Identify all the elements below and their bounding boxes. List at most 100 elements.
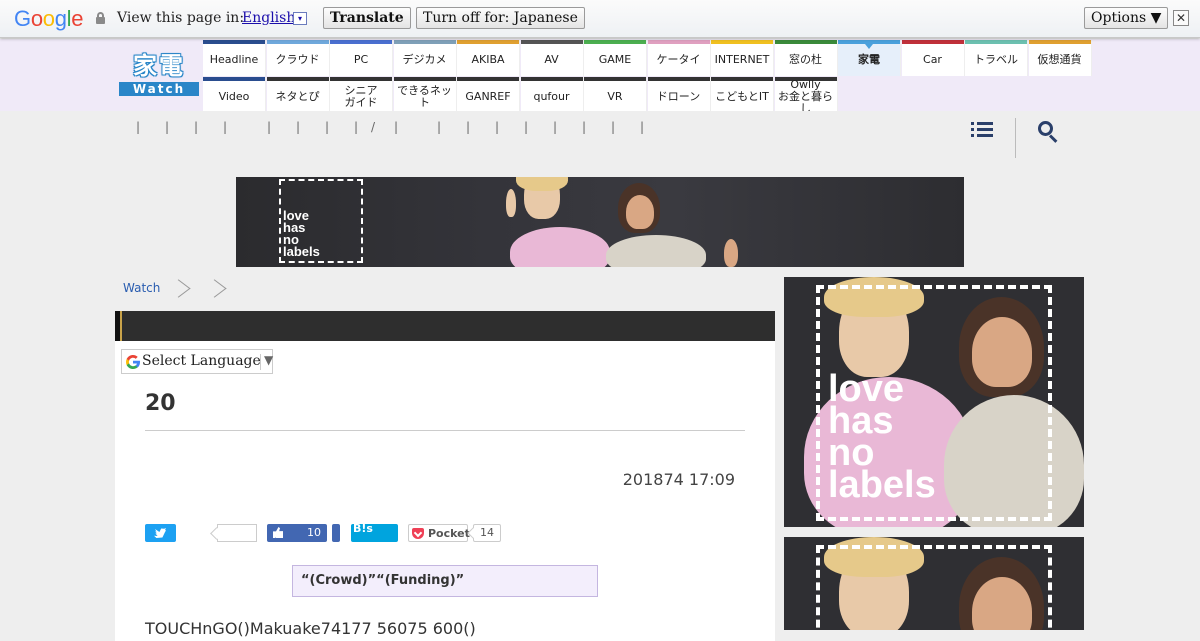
nav-item[interactable]: こどもとIT	[711, 77, 774, 113]
chevron-right-icon	[213, 276, 227, 302]
article-title: 20	[145, 391, 176, 416]
thumbs-up-icon	[273, 527, 283, 538]
nav-item[interactable]: 窓の杜	[774, 40, 838, 76]
nav-item-label: シニア ガイド	[344, 84, 378, 109]
subnav-separator: |	[582, 120, 587, 134]
nav-item[interactable]: Headline	[203, 40, 266, 76]
nav-item[interactable]: VR	[584, 77, 647, 113]
close-icon[interactable]: ✕	[1173, 10, 1189, 26]
nav-item-label: Owlly お金と暮らし	[778, 78, 833, 115]
subnav-separator: |	[553, 120, 558, 134]
language-link[interactable]: English	[242, 10, 295, 26]
nav-item[interactable]: ネタとぴ	[266, 77, 330, 113]
nav-item[interactable]: Video	[203, 77, 266, 113]
translate-prompt: View this page in:	[117, 10, 245, 26]
nav-item[interactable]: ケータイ	[647, 40, 711, 76]
sidebar-ad[interactable]	[784, 537, 1084, 630]
nav-item-label: ケータイ	[656, 53, 701, 66]
subnav-separator: |	[640, 120, 645, 134]
ad-frame	[816, 545, 1052, 630]
pocket-label: Pocket	[428, 527, 470, 540]
nav-item-label: Headline	[209, 53, 259, 66]
sidebar-ad[interactable]: love has no labels	[784, 277, 1084, 527]
header-divider	[1015, 118, 1016, 158]
chevron-right-icon	[177, 276, 191, 302]
subnav-separator: |	[354, 120, 359, 134]
nav-item-label: Car	[923, 53, 942, 66]
google-g-icon	[126, 355, 140, 369]
nav-item[interactable]: INTERNET	[711, 40, 774, 76]
nav-item[interactable]: AKIBA	[457, 40, 520, 76]
nav-item[interactable]: qufour	[520, 77, 584, 113]
language-dropdown-icon[interactable]: ▾	[293, 12, 307, 25]
nav-item-label: トラベル	[974, 53, 1018, 66]
twitter-share-button[interactable]	[145, 524, 176, 542]
nav-item-label: VR	[607, 90, 623, 103]
nav-item-label: 窓の杜	[789, 53, 822, 66]
subnav-separator: /	[371, 120, 376, 134]
nav-item-label: AKIBA	[471, 53, 505, 66]
ad-text: love has no labels	[283, 209, 320, 259]
site-logo[interactable]: 家電 Watch	[119, 52, 199, 96]
ad-text-line: labels	[283, 244, 320, 259]
nav-item[interactable]: 仮想通貨	[1028, 40, 1092, 76]
logo-main: 家電	[133, 52, 185, 80]
nav-item[interactable]: できるネット	[393, 77, 457, 113]
facebook-share-button[interactable]	[332, 524, 340, 542]
translate-button[interactable]: Translate	[323, 7, 411, 29]
ad-photo	[506, 177, 756, 267]
nav-item[interactable]: PC	[330, 40, 393, 76]
article-caption: “(Crowd)”“(Funding)”	[292, 565, 598, 597]
subnav-separator: |	[495, 120, 500, 134]
facebook-like-button[interactable]: 10	[267, 524, 327, 542]
active-caret-icon	[865, 44, 873, 49]
nav-item[interactable]: 家電	[838, 40, 901, 76]
translate-bar: Google View this page in: English ▾ Tran…	[0, 0, 1200, 38]
nav-item[interactable]: GAME	[584, 40, 647, 76]
hatena-label: B!s	[353, 522, 373, 535]
google-logo: Google	[14, 6, 84, 31]
nav-item-label: INTERNET	[714, 53, 770, 66]
language-select[interactable]: Select Language ▼	[121, 349, 273, 374]
nav-item[interactable]: AV	[520, 40, 584, 76]
pocket-icon	[412, 528, 424, 539]
nav-item-label: ネタとぴ	[275, 90, 320, 103]
chevron-down-icon: ▼	[264, 353, 274, 367]
ad-banner[interactable]: love has no labels	[236, 177, 964, 267]
nav-item[interactable]: Owlly お金と暮らし	[774, 77, 838, 115]
article-date: 201874 17:09	[622, 470, 735, 489]
pocket-button[interactable]: Pocket	[408, 524, 470, 542]
nav-item-label: 仮想通貨	[1037, 53, 1082, 66]
pocket-count: 14	[473, 524, 501, 542]
nav-item[interactable]: Car	[901, 40, 965, 76]
subnav-separator: |	[437, 120, 442, 134]
nav-item[interactable]: トラベル	[965, 40, 1028, 76]
nav-item[interactable]: クラウド	[266, 40, 330, 76]
twitter-count	[217, 524, 257, 542]
subnav-separator: |	[524, 120, 529, 134]
facebook-count: 10	[307, 526, 321, 539]
nav-item-label: ドローン	[656, 90, 701, 103]
nav-item-label: できるネット	[397, 84, 452, 109]
subnav-separator: |	[165, 120, 170, 134]
list-menu-icon[interactable]	[971, 122, 993, 138]
subnav-separator: |	[296, 120, 301, 134]
logo-sub: Watch	[119, 82, 199, 96]
nav-item[interactable]: シニア ガイド	[330, 77, 393, 113]
breadcrumb-item[interactable]: Watch	[123, 281, 160, 295]
turn-off-button[interactable]: Turn off for: Japanese	[416, 7, 585, 29]
nav-item[interactable]: ドローン	[647, 77, 711, 113]
subnav-separator: |	[611, 120, 616, 134]
nav-item-label: PC	[353, 53, 369, 66]
ad-text: love has no labels	[828, 370, 936, 506]
ad-text-line: labels	[828, 464, 936, 506]
options-button[interactable]: Options ▼	[1084, 7, 1169, 29]
search-icon[interactable]	[1038, 121, 1060, 143]
nav-item-label: GANREF	[465, 90, 511, 103]
nav-item[interactable]: GANREF	[457, 77, 520, 113]
nav-item-label: AV	[544, 53, 559, 66]
hatena-bookmark-button[interactable]: B!s	[351, 522, 398, 542]
nav-item[interactable]: デジカメ	[393, 40, 457, 76]
select-divider	[260, 354, 261, 370]
nav-item-label: qufour	[533, 90, 570, 103]
